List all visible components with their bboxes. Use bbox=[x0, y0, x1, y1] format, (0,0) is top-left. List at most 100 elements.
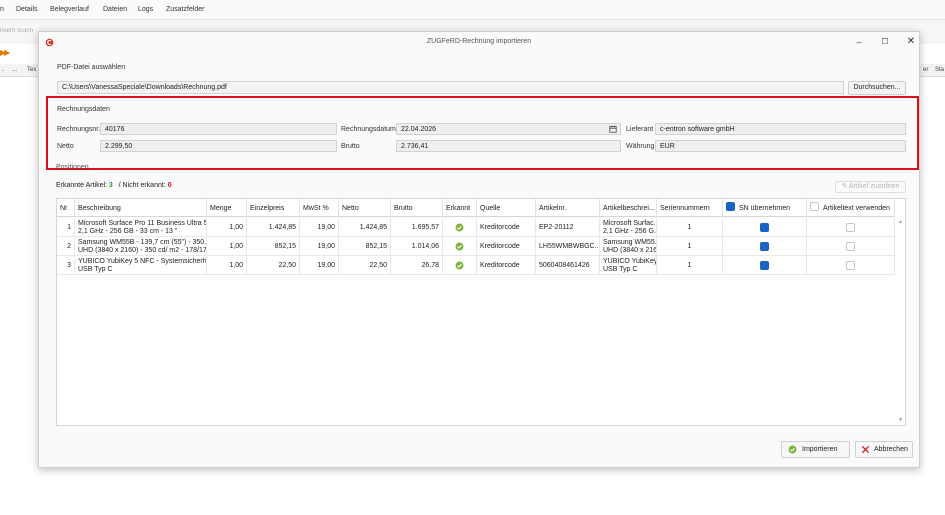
cell-beschreibung[interactable]: Samsung WM55B - 139,7 cm (55") - 350... U… bbox=[75, 237, 207, 256]
cell-sn-uebernehmen[interactable] bbox=[723, 237, 807, 256]
cell-sn-uebernehmen[interactable] bbox=[723, 218, 807, 237]
sn-uebernehmen-all-checkbox[interactable] bbox=[726, 202, 735, 212]
sn-uebernehmen-checkbox[interactable] bbox=[760, 241, 769, 251]
rechnungsdatum-field[interactable]: 22.04.2026 bbox=[396, 123, 621, 135]
cell-netto[interactable]: 852,15 bbox=[339, 237, 391, 256]
artikeltext-checkbox[interactable] bbox=[846, 241, 855, 251]
cell-seriennummern[interactable]: 1 bbox=[657, 256, 723, 275]
brutto-field[interactable]: 2.736,41 bbox=[396, 140, 621, 152]
cell-einzelpreis[interactable]: 22,50 bbox=[247, 256, 300, 275]
tab-dateien[interactable]: Dateien bbox=[103, 6, 127, 13]
col-header-beschreibung[interactable]: Beschreibung bbox=[75, 199, 207, 217]
col-header-label: Erkannt bbox=[446, 205, 471, 212]
artikeltext-checkbox[interactable] bbox=[846, 260, 855, 270]
cell-artikeltext-verwenden[interactable] bbox=[807, 237, 895, 256]
cell-artikelnr[interactable]: EP2-20112 bbox=[536, 218, 600, 237]
tab-logs[interactable]: Logs bbox=[138, 6, 153, 13]
cell-quelle[interactable]: Kreditorcode bbox=[477, 218, 536, 237]
cell-menge[interactable]: 1,00 bbox=[207, 237, 247, 256]
cell-nr[interactable]: 2 bbox=[57, 237, 75, 256]
cell-menge[interactable]: 1,00 bbox=[207, 256, 247, 275]
col-header-seriennummern[interactable]: Seriennummern bbox=[657, 199, 723, 217]
cell-brutto[interactable]: 1.014,06 bbox=[391, 237, 443, 256]
cell-artikelnr[interactable]: LH55WMBWBGC... bbox=[536, 237, 600, 256]
sn-uebernehmen-checkbox[interactable] bbox=[760, 222, 769, 232]
cell-artikelnr[interactable]: 5060408461426 bbox=[536, 256, 600, 275]
cell-erkannt[interactable] bbox=[443, 256, 477, 275]
cell-seriennummern[interactable]: 1 bbox=[657, 218, 723, 237]
cell-brutto[interactable]: 1.695,57 bbox=[391, 218, 443, 237]
bg-col-dot: . bbox=[2, 67, 4, 73]
forward-arrow-icon[interactable]: ▶▶ bbox=[0, 48, 10, 57]
col-header-menge[interactable]: Menge bbox=[207, 199, 247, 217]
cell-mwst[interactable]: 19,00 bbox=[300, 218, 339, 237]
cell-menge[interactable]: 1,00 bbox=[207, 218, 247, 237]
cell-artikeltext-verwenden[interactable] bbox=[807, 256, 895, 275]
cell-nr[interactable]: 1 bbox=[57, 218, 75, 237]
col-header-artikeltext-verwenden[interactable]: Artikeltext verwenden bbox=[807, 199, 895, 217]
tab-belegverlauf[interactable]: Belegverlauf bbox=[50, 6, 89, 13]
artikeltext-verwenden-all-checkbox[interactable] bbox=[810, 202, 819, 212]
artikeltext-checkbox[interactable] bbox=[846, 222, 855, 232]
positions-grid: Nr. Beschreibung Menge Einzelpreis MwSt % Net… bbox=[56, 198, 906, 426]
cell-einzelpreis[interactable]: 852,15 bbox=[247, 237, 300, 256]
col-header-sn-uebernehmen[interactable]: SN übernehmen bbox=[723, 199, 807, 217]
netto-field[interactable]: 2.299,50 bbox=[100, 140, 337, 152]
cell-quelle[interactable]: Kreditorcode bbox=[477, 237, 536, 256]
cell-quelle[interactable]: Kreditorcode bbox=[477, 256, 536, 275]
scroll-up-icon[interactable]: ▲ bbox=[898, 219, 903, 225]
cell-einzelpreis[interactable]: 1.424,85 bbox=[247, 218, 300, 237]
cell-netto[interactable]: 22,50 bbox=[339, 256, 391, 275]
unrecognized-count: 0 bbox=[167, 182, 172, 189]
cell-text: 2,1 GHz - 256 GB - 33 cm - 13 " bbox=[78, 228, 178, 235]
col-header-label: Artikelnr. bbox=[539, 205, 567, 212]
col-header-quelle[interactable]: Quelle bbox=[477, 199, 536, 217]
cell-erkannt[interactable] bbox=[443, 237, 477, 256]
sn-uebernehmen-checkbox[interactable] bbox=[760, 260, 769, 270]
cell-text: YUBICO YubiKey... bbox=[603, 258, 657, 265]
dialog-titlebar[interactable]: ZUGFeRD-Rechnung importieren – ☐ ✕ bbox=[39, 32, 919, 52]
pdf-path-field[interactable]: C:\Users\VanessaSpeciale\Downloads\Rechn… bbox=[57, 81, 844, 94]
assign-article-button[interactable]: ✎ Artikel zuordnen bbox=[835, 181, 906, 193]
waehrung-field[interactable]: EUR bbox=[655, 140, 906, 152]
cell-artikelbeschreibung[interactable]: YUBICO YubiKey... USB Typ C bbox=[600, 256, 657, 275]
zugferd-import-dialog: ZUGFeRD-Rechnung importieren – ☐ ✕ PDF-D… bbox=[38, 31, 920, 468]
cell-mwst[interactable]: 19,00 bbox=[300, 237, 339, 256]
cell-sn-uebernehmen[interactable] bbox=[723, 256, 807, 275]
cancel-button[interactable]: Abbrechen bbox=[855, 441, 913, 458]
lieferant-field[interactable]: c-entron software gmbH bbox=[655, 123, 906, 135]
col-header-mwst[interactable]: MwSt % bbox=[300, 199, 339, 217]
import-button[interactable]: Importieren bbox=[781, 441, 850, 458]
col-header-erkannt[interactable]: Erkannt bbox=[443, 199, 477, 217]
tab-details[interactable]: Details bbox=[16, 6, 37, 13]
cell-erkannt[interactable] bbox=[443, 218, 477, 237]
close-button[interactable]: ✕ bbox=[903, 36, 919, 48]
cell-artikelbeschreibung[interactable]: Samsung WM55... UHD (3840 x 216... bbox=[600, 237, 657, 256]
cell-artikeltext-verwenden[interactable] bbox=[807, 218, 895, 237]
cell-brutto[interactable]: 26,78 bbox=[391, 256, 443, 275]
minimize-button[interactable]: – bbox=[851, 36, 867, 48]
maximize-button[interactable]: ☐ bbox=[877, 36, 893, 48]
cell-mwst[interactable]: 19,00 bbox=[300, 256, 339, 275]
tab-zusatzfelder[interactable]: Zusatzfelder bbox=[166, 6, 205, 13]
col-header-nr[interactable]: Nr. bbox=[57, 199, 75, 217]
col-header-netto[interactable]: Netto bbox=[339, 199, 391, 217]
col-header-label: Quelle bbox=[480, 205, 501, 212]
browse-button[interactable]: Durchsuchen... bbox=[848, 81, 906, 95]
cell-seriennummern[interactable]: 1 bbox=[657, 237, 723, 256]
cell-beschreibung[interactable]: Microsoft Surface Pro 11 Business Ultra … bbox=[75, 218, 207, 237]
col-header-artikelnr[interactable]: Artikelnr. bbox=[536, 199, 600, 217]
cell-netto[interactable]: 1.424,85 bbox=[339, 218, 391, 237]
cell-nr[interactable]: 3 bbox=[57, 256, 75, 275]
col-header-einzelpreis[interactable]: Einzelpreis bbox=[247, 199, 300, 217]
scroll-down-icon[interactable]: ▼ bbox=[898, 417, 903, 423]
cell-artikelbeschreibung[interactable]: Microsoft Surfac... 2,1 GHz - 256 G... bbox=[600, 218, 657, 237]
rechnungsnr-field[interactable]: 40176 bbox=[100, 123, 337, 135]
col-header-brutto[interactable]: Brutto bbox=[391, 199, 443, 217]
col-header-artikelbeschreibung[interactable]: Artikelbeschrei... bbox=[600, 199, 657, 217]
scan-input-placeholder[interactable]: nnern scann bbox=[0, 28, 33, 34]
cell-beschreibung[interactable]: YUBICO YubiKey 5 NFC - Systemsicherhei..… bbox=[75, 256, 207, 275]
check-circle-icon bbox=[455, 242, 464, 251]
calendar-icon[interactable] bbox=[609, 125, 617, 133]
tab-overview[interactable]: n bbox=[0, 6, 4, 13]
